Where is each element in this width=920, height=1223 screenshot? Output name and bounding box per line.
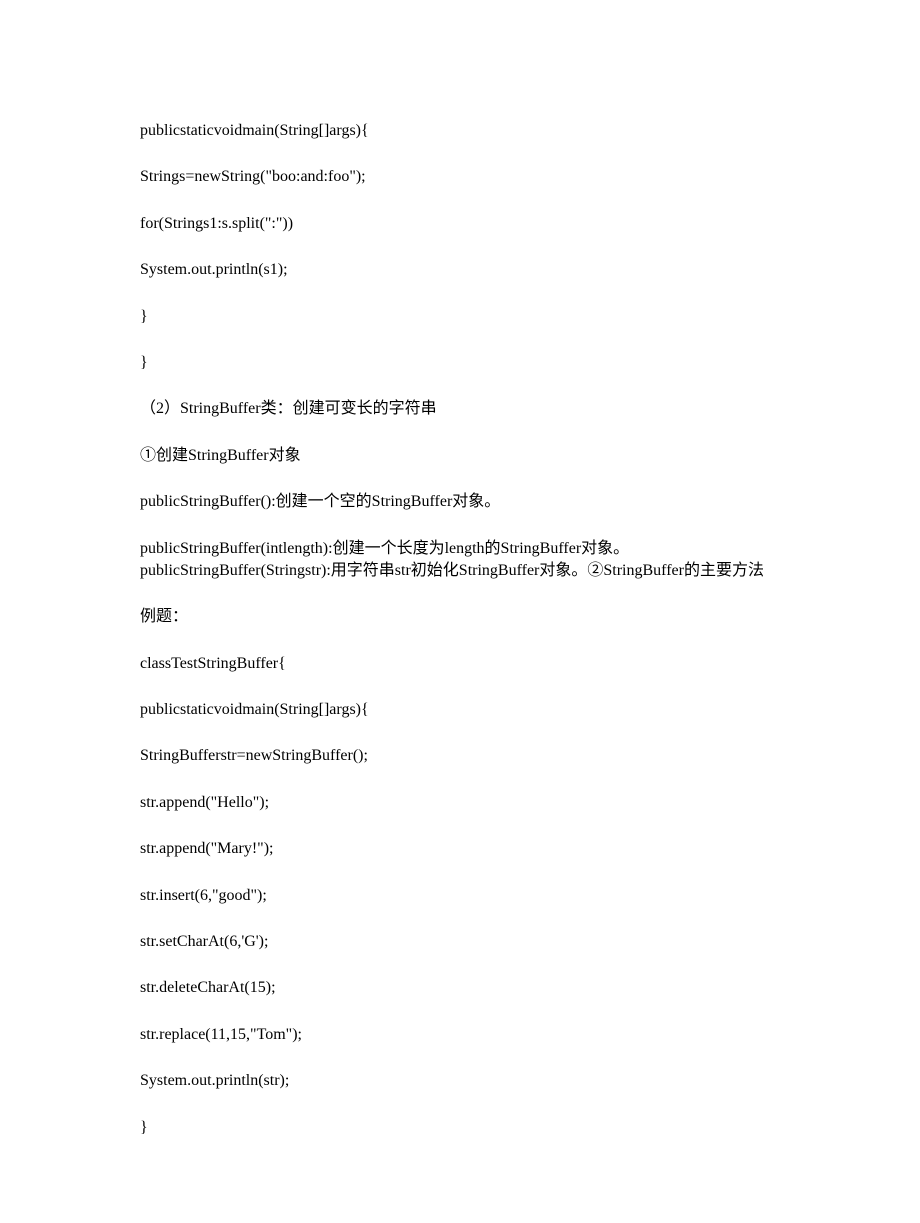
code-line: str.setCharAt(6,'G'); <box>140 931 780 953</box>
code-line: publicstaticvoidmain(String[]args){ <box>140 120 780 142</box>
text-line: publicStringBuffer():创建一个空的StringBuffer对… <box>140 491 780 513</box>
code-line: str.deleteCharAt(15); <box>140 977 780 999</box>
code-line: str.insert(6,"good"); <box>140 885 780 907</box>
code-line: publicstaticvoidmain(String[]args){ <box>140 699 780 721</box>
code-line: str.replace(11,15,"Tom"); <box>140 1024 780 1046</box>
text-line: publicStringBuffer(intlength):创建一个长度为len… <box>140 538 780 583</box>
code-line: } <box>140 1117 780 1139</box>
code-line: System.out.println(str); <box>140 1070 780 1092</box>
code-line: } <box>140 352 780 374</box>
code-line: System.out.println(s1); <box>140 259 780 281</box>
heading-line: （2）StringBuffer类：创建可变长的字符串 <box>140 398 780 420</box>
code-line: str.append("Hello"); <box>140 792 780 814</box>
code-line: str.append("Mary!"); <box>140 838 780 860</box>
code-line: StringBufferstr=newStringBuffer(); <box>140 745 780 767</box>
code-line: Strings=newString("boo:and:foo"); <box>140 166 780 188</box>
heading-line: ①创建StringBuffer对象 <box>140 445 780 467</box>
code-line: for(Strings1:s.split(":")) <box>140 213 780 235</box>
document-page: publicstaticvoidmain(String[]args){ Stri… <box>0 0 920 1223</box>
code-line: } <box>140 306 780 328</box>
text-line: 例题： <box>140 606 780 628</box>
code-line: classTestStringBuffer{ <box>140 653 780 675</box>
